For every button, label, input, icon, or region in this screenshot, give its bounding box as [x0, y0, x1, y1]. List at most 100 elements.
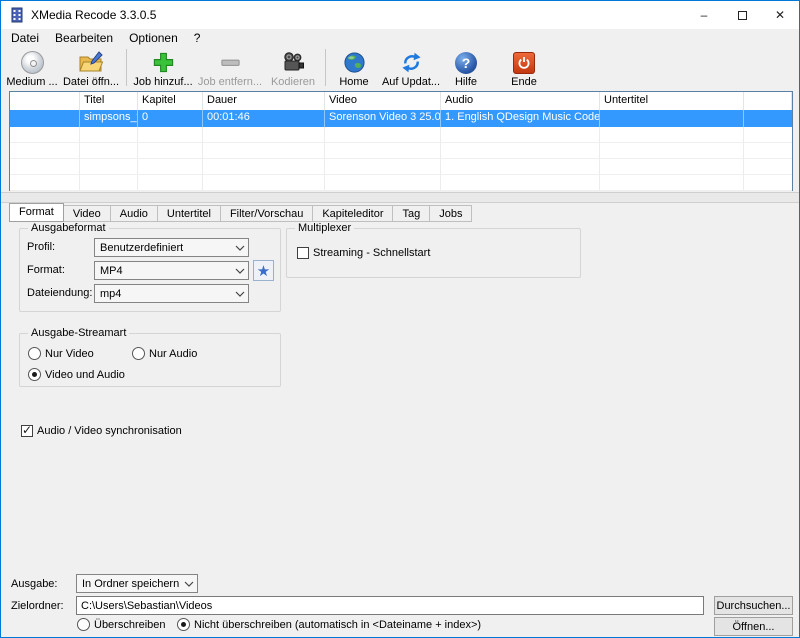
table-row	[10, 159, 792, 175]
column-header-kapitel[interactable]: Kapitel	[138, 92, 203, 110]
tab-tag[interactable]: Tag	[393, 205, 431, 222]
chevron-down-icon	[232, 268, 248, 274]
menu-datei[interactable]: Datei	[3, 30, 47, 46]
column-header-titel[interactable]: Titel	[80, 92, 138, 110]
table-cell	[10, 110, 80, 127]
zielordner-input[interactable]	[76, 596, 704, 615]
radio-icon	[132, 347, 145, 360]
toolbar-button-auf-update[interactable]: Auf Updat...	[379, 48, 443, 88]
dateiendung-dropdown[interactable]: mp4	[94, 284, 249, 303]
ausgabe-dropdown[interactable]: In Ordner speichern	[76, 574, 198, 593]
checkbox-icon	[21, 423, 33, 437]
column-header-untertitel[interactable]: Untertitel	[600, 92, 744, 110]
tab-untertitel[interactable]: Untertitel	[157, 205, 221, 222]
toolbar-button-label: Job hinzuf...	[133, 76, 193, 88]
profil-value: Benutzerdefiniert	[100, 241, 184, 254]
nur-audio-radio[interactable]: Nur Audio	[132, 347, 197, 360]
format-dropdown[interactable]: MP4	[94, 261, 249, 280]
minimize-button[interactable]: –	[685, 1, 723, 29]
tab-kapiteleditor[interactable]: Kapiteleditor	[313, 205, 394, 222]
column-header-video[interactable]: Video	[325, 92, 441, 110]
nur-video-label: Nur Video	[45, 347, 94, 360]
profil-dropdown[interactable]: Benutzerdefiniert	[94, 238, 249, 257]
toolbar-button-datei-oeffnen[interactable]: Datei öffn...	[59, 48, 123, 88]
table-cell-audio: 1. English QDesign Music Codec 2 12...	[441, 110, 600, 127]
file-list-header: Titel Kapitel Dauer Video Audio Untertit…	[10, 92, 792, 110]
ausgabe-streamart-legend: Ausgabe-Streamart	[28, 327, 130, 339]
oeffnen-button[interactable]: Öffnen...	[714, 617, 793, 636]
file-list: Titel Kapitel Dauer Video Audio Untertit…	[9, 91, 793, 191]
menu-bearbeiten[interactable]: Bearbeiten	[47, 30, 121, 46]
nur-audio-label: Nur Audio	[149, 347, 198, 360]
column-header[interactable]	[10, 92, 80, 110]
toolbar-button-label: Ende	[511, 76, 537, 88]
toolbar-button-medium[interactable]: Medium ...	[5, 48, 59, 88]
column-header-dauer[interactable]: Dauer	[203, 92, 325, 110]
title-bar: XMedia Recode 3.3.0.5 – ✕	[1, 1, 799, 29]
table-row-selected[interactable]: simpsons_t... 0 00:01:46 Sorenson Video …	[10, 110, 792, 127]
toolbar: Medium ... Datei öffn... Job hinzuf... J…	[1, 46, 799, 91]
multiplexer-legend: Multiplexer	[295, 222, 355, 234]
toolbar-button-job-hinzufuegen[interactable]: Job hinzuf...	[130, 48, 196, 88]
streaming-schnellstart-label: Streaming - Schnellstart	[313, 247, 431, 259]
format-label: Format:	[27, 264, 65, 276]
toolbar-button-job-entfernen[interactable]: Job entfern...	[196, 48, 264, 88]
video-und-audio-radio[interactable]: Video und Audio	[28, 368, 125, 381]
tab-strip: Format Video Audio Untertitel Filter/Vor…	[9, 203, 791, 222]
tab-audio[interactable]: Audio	[110, 205, 158, 222]
update-arrows-icon	[400, 50, 423, 75]
table-cell-kapitel: 0	[138, 110, 203, 127]
ausgabeformat-legend: Ausgabeformat	[28, 222, 109, 234]
splitter-handle[interactable]	[1, 192, 799, 203]
profil-label: Profil:	[27, 241, 56, 253]
app-window: XMedia Recode 3.3.0.5 – ✕ Datei Bearbeit…	[0, 0, 800, 638]
menu-bar: Datei Bearbeiten Optionen ?	[1, 29, 799, 46]
tab-format[interactable]: Format	[9, 203, 64, 222]
menu-hilfe[interactable]: ?	[186, 30, 209, 46]
dateiendung-row: Dateiendung:	[27, 287, 92, 299]
star-icon: ★	[256, 262, 271, 280]
ueberschreiben-radio[interactable]: Überschreiben	[77, 618, 166, 631]
minimize-icon: –	[700, 8, 708, 22]
menu-optionen[interactable]: Optionen	[121, 30, 186, 46]
toolbar-button-ende[interactable]: Ende	[501, 48, 547, 88]
streaming-schnellstart-checkbox[interactable]: Streaming - Schnellstart	[297, 247, 430, 259]
help-icon: ?	[455, 50, 477, 75]
maximize-button[interactable]	[723, 1, 761, 29]
dateiendung-value: mp4	[100, 287, 122, 300]
ausgabe-value: In Ordner speichern	[82, 577, 180, 590]
radio-icon	[77, 618, 90, 631]
toolbar-button-label: Job entfern...	[197, 76, 263, 88]
window-title: XMedia Recode 3.3.0.5	[31, 8, 157, 22]
nur-video-radio[interactable]: Nur Video	[28, 347, 94, 360]
column-header-audio[interactable]: Audio	[441, 92, 600, 110]
toolbar-button-label: Auf Updat...	[381, 76, 441, 88]
favorite-star-button[interactable]: ★	[253, 260, 274, 281]
disc-icon	[20, 50, 44, 75]
av-sync-label: Audio / Video synchronisation	[37, 425, 182, 437]
nicht-ueberschreiben-radio[interactable]: Nicht überschreiben (automatisch in <Dat…	[177, 618, 481, 631]
add-plus-icon	[152, 50, 175, 75]
toolbar-button-label: Home	[339, 76, 369, 88]
toolbar-button-home[interactable]: Home	[329, 48, 379, 88]
table-row	[10, 175, 792, 191]
toolbar-button-kodieren[interactable]: Kodieren	[264, 48, 322, 88]
video-und-audio-label: Video und Audio	[45, 368, 125, 381]
ausgabe-label: Ausgabe:	[11, 578, 58, 590]
tab-filter-vorschau[interactable]: Filter/Vorschau	[220, 205, 314, 222]
ausgabe-streamart-group: Ausgabe-Streamart Nur Video Nur Audio Vi…	[19, 327, 281, 387]
format-value: MP4	[100, 264, 123, 277]
durchsuchen-button[interactable]: Durchsuchen...	[714, 596, 793, 615]
table-cell-dauer: 00:01:46	[203, 110, 325, 127]
toolbar-button-hilfe[interactable]: ? Hilfe	[443, 48, 489, 88]
tab-jobs[interactable]: Jobs	[430, 205, 473, 222]
table-row	[10, 127, 792, 143]
checkbox-icon	[297, 247, 309, 259]
format-tab-page: Ausgabeformat Profil: Benutzerdefiniert …	[1, 222, 799, 562]
remove-minus-icon	[219, 50, 242, 75]
ueberschreiben-label: Überschreiben	[94, 618, 166, 631]
tab-video[interactable]: Video	[63, 205, 111, 222]
multiplexer-group: Multiplexer Streaming - Schnellstart	[286, 222, 581, 278]
close-button[interactable]: ✕	[761, 1, 799, 29]
av-sync-checkbox[interactable]: Audio / Video synchronisation	[21, 423, 182, 437]
